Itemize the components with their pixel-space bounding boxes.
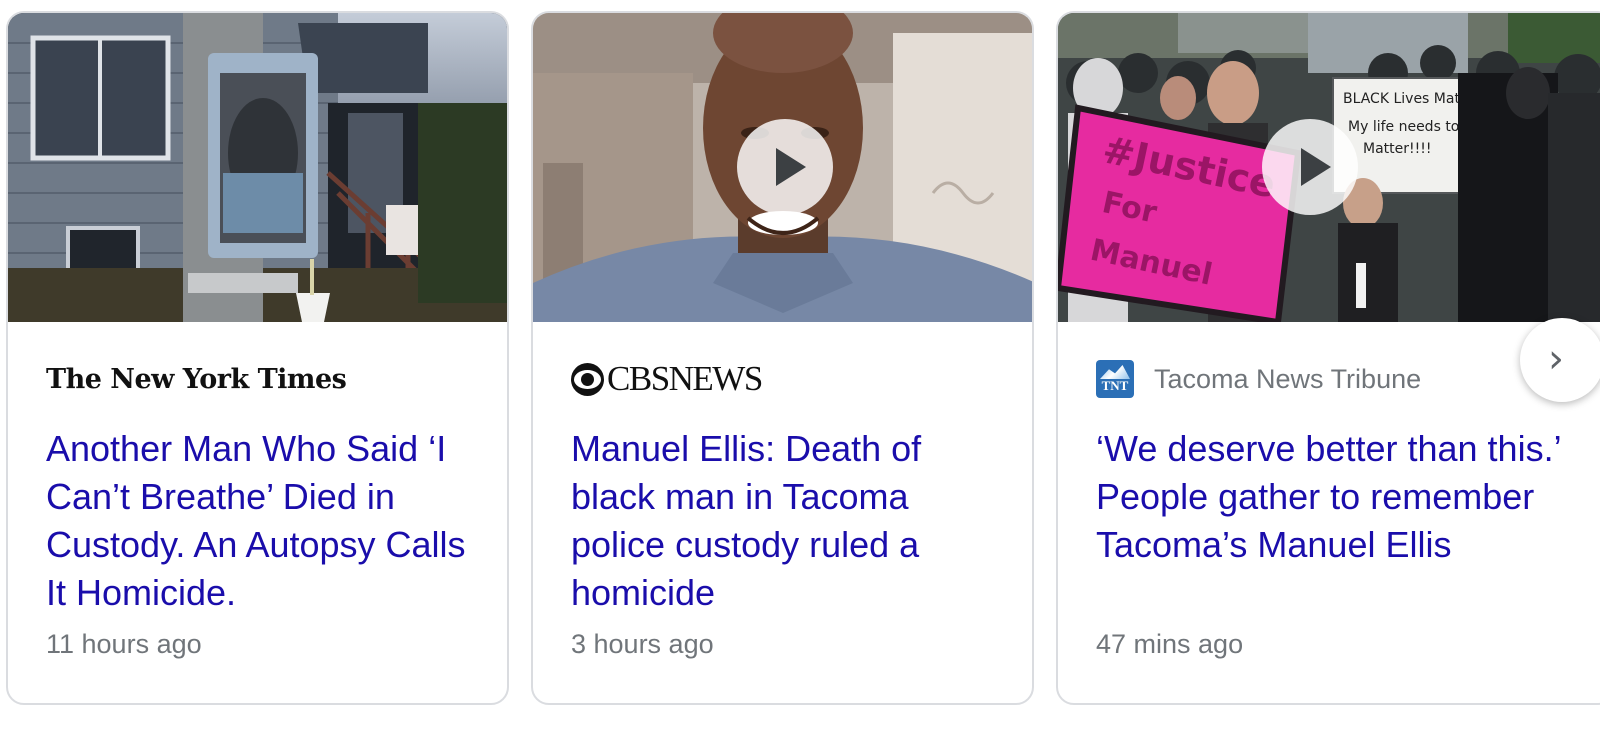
carousel-next-button[interactable]: › bbox=[1520, 318, 1600, 402]
news-card-nyt[interactable]: The New York Times Another Man Who Said … bbox=[6, 11, 509, 705]
timestamp: 11 hours ago bbox=[46, 629, 202, 659]
source-logo-cbs: CBSNEWS bbox=[571, 359, 763, 399]
news-card-cbs[interactable]: CBSNEWS Manuel Ellis: Death of black man… bbox=[531, 11, 1034, 705]
news-card-tnt[interactable]: BLACK Lives Matter My life needs to Matt… bbox=[1056, 11, 1600, 705]
source-name: CBSNEWS bbox=[607, 359, 763, 398]
news-thumbnail bbox=[8, 13, 507, 322]
chevron-right-icon: › bbox=[1548, 336, 1564, 382]
svg-text:Matter!!!!: Matter!!!! bbox=[1363, 141, 1431, 157]
cbs-eye-icon bbox=[571, 362, 604, 396]
source-name: Tacoma News Tribune bbox=[1154, 363, 1422, 394]
headline-link[interactable]: Another Man Who Said ‘I Can’t Breathe’ D… bbox=[46, 425, 477, 617]
headline-link[interactable]: ‘We deserve better than this.’ People ga… bbox=[1096, 425, 1584, 569]
card-meta: The New York Times Another Man Who Said … bbox=[46, 355, 477, 617]
headline-link[interactable]: Manuel Ellis: Death of black man in Taco… bbox=[571, 425, 1002, 617]
card-meta: CBSNEWS Manuel Ellis: Death of black man… bbox=[571, 355, 1002, 617]
card-meta: TNT Tacoma News Tribune ‘We deserve bett… bbox=[1096, 355, 1584, 569]
source-favicon-tnt: TNT bbox=[1096, 360, 1134, 398]
source-row: CBSNEWS bbox=[571, 355, 1002, 403]
video-thumbnail[interactable]: BLACK Lives Matter My life needs to Matt… bbox=[1058, 13, 1600, 322]
source-logo-nyt: The New York Times bbox=[46, 363, 347, 395]
svg-text:My life needs to: My life needs to bbox=[1348, 119, 1459, 135]
timestamp: 3 hours ago bbox=[571, 629, 714, 659]
source-row: TNT Tacoma News Tribune bbox=[1096, 355, 1584, 403]
video-thumbnail[interactable] bbox=[533, 13, 1032, 322]
news-carousel: The New York Times Another Man Who Said … bbox=[0, 0, 1600, 731]
timestamp: 47 mins ago bbox=[1096, 629, 1244, 659]
play-icon[interactable] bbox=[1262, 119, 1358, 215]
play-icon[interactable] bbox=[737, 119, 833, 215]
source-row: The New York Times bbox=[46, 355, 477, 403]
